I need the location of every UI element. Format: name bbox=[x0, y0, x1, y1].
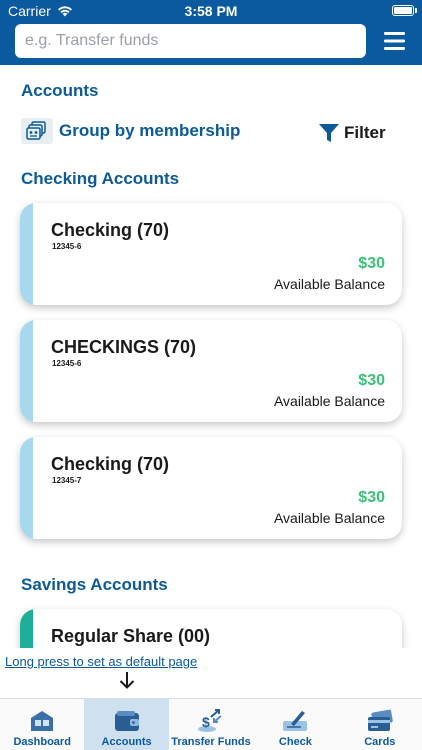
available-balance-amount: $30 bbox=[358, 255, 385, 272]
account-card-stripe bbox=[20, 320, 33, 422]
account-card[interactable]: Checking (70) 12345-7 $30 Available Bala… bbox=[20, 437, 402, 539]
tab-accounts[interactable]: Accounts bbox=[84, 699, 169, 750]
svg-text:$: $ bbox=[202, 714, 210, 730]
group-membership-icon bbox=[21, 118, 53, 144]
available-balance-amount: $30 bbox=[358, 372, 385, 389]
wallet-icon bbox=[113, 707, 141, 733]
account-number: 12345-6 bbox=[52, 242, 82, 251]
group-by-membership-label: Group by membership bbox=[59, 121, 241, 140]
checking-accounts-title: Checking Accounts bbox=[21, 169, 180, 188]
available-balance-label: Available Balance bbox=[273, 276, 385, 292]
account-card[interactable]: CHECKINGS (70) 12345-6 $30 Available Bal… bbox=[20, 320, 402, 422]
tab-label: Dashboard bbox=[13, 736, 71, 748]
account-card-stripe bbox=[20, 437, 33, 539]
tab-label: Check bbox=[278, 736, 312, 748]
account-name: CHECKINGS (70) bbox=[51, 337, 197, 357]
menu-icon bbox=[384, 32, 405, 50]
tab-dashboard[interactable]: Dashboard bbox=[0, 699, 84, 750]
dashboard-icon bbox=[29, 707, 55, 733]
transfer-funds-icon: $ bbox=[197, 707, 225, 733]
tab-cards[interactable]: Cards bbox=[338, 699, 422, 750]
default-page-hint: Long press to set as default page bbox=[0, 648, 422, 698]
group-by-membership-button[interactable]: Group by membership bbox=[21, 118, 240, 144]
savings-accounts-title: Savings Accounts bbox=[21, 575, 168, 594]
bottom-tab-bar: Dashboard Accounts $ Transfer Funds Chec… bbox=[0, 698, 422, 750]
filter-label: Filter bbox=[344, 123, 386, 142]
account-number: 12345-7 bbox=[52, 476, 82, 485]
account-name: Checking (70) bbox=[51, 454, 170, 474]
status-time: 3:58 PM bbox=[184, 3, 238, 19]
account-name: Checking (70) bbox=[51, 220, 170, 240]
app-header: Carrier 3:58 PM bbox=[0, 0, 422, 65]
account-number: 12345-6 bbox=[52, 359, 82, 368]
filter-icon bbox=[319, 124, 339, 142]
tab-label: Cards bbox=[364, 736, 396, 748]
available-balance-label: Available Balance bbox=[273, 393, 385, 409]
account-card[interactable]: Checking (70) 12345-6 $30 Available Bala… bbox=[20, 203, 402, 305]
search-input[interactable] bbox=[15, 24, 366, 58]
account-card-stripe bbox=[20, 203, 33, 305]
hamburger-menu-button[interactable] bbox=[381, 28, 409, 54]
cards-icon bbox=[366, 707, 394, 733]
battery-fill bbox=[394, 7, 412, 14]
available-balance-label: Available Balance bbox=[273, 510, 385, 526]
account-name: Regular Share (00) bbox=[51, 626, 211, 646]
tab-check[interactable]: Check bbox=[253, 699, 337, 750]
tab-label: Accounts bbox=[101, 736, 152, 748]
battery-icon bbox=[392, 5, 417, 16]
available-balance-amount: $30 bbox=[358, 489, 385, 506]
default-page-hint-link[interactable]: Long press to set as default page bbox=[5, 654, 197, 669]
tab-label: Transfer Funds bbox=[171, 736, 251, 748]
arrow-down-icon bbox=[119, 672, 135, 689]
accounts-content[interactable]: Accounts Group by membership Filter Chec… bbox=[0, 65, 422, 698]
tab-transfer-funds[interactable]: $ Transfer Funds bbox=[169, 699, 253, 750]
status-bar: Carrier 3:58 PM bbox=[0, 0, 422, 22]
filter-button[interactable]: Filter bbox=[318, 123, 386, 143]
accounts-title: Accounts bbox=[21, 81, 99, 100]
check-deposit-icon bbox=[281, 707, 309, 733]
